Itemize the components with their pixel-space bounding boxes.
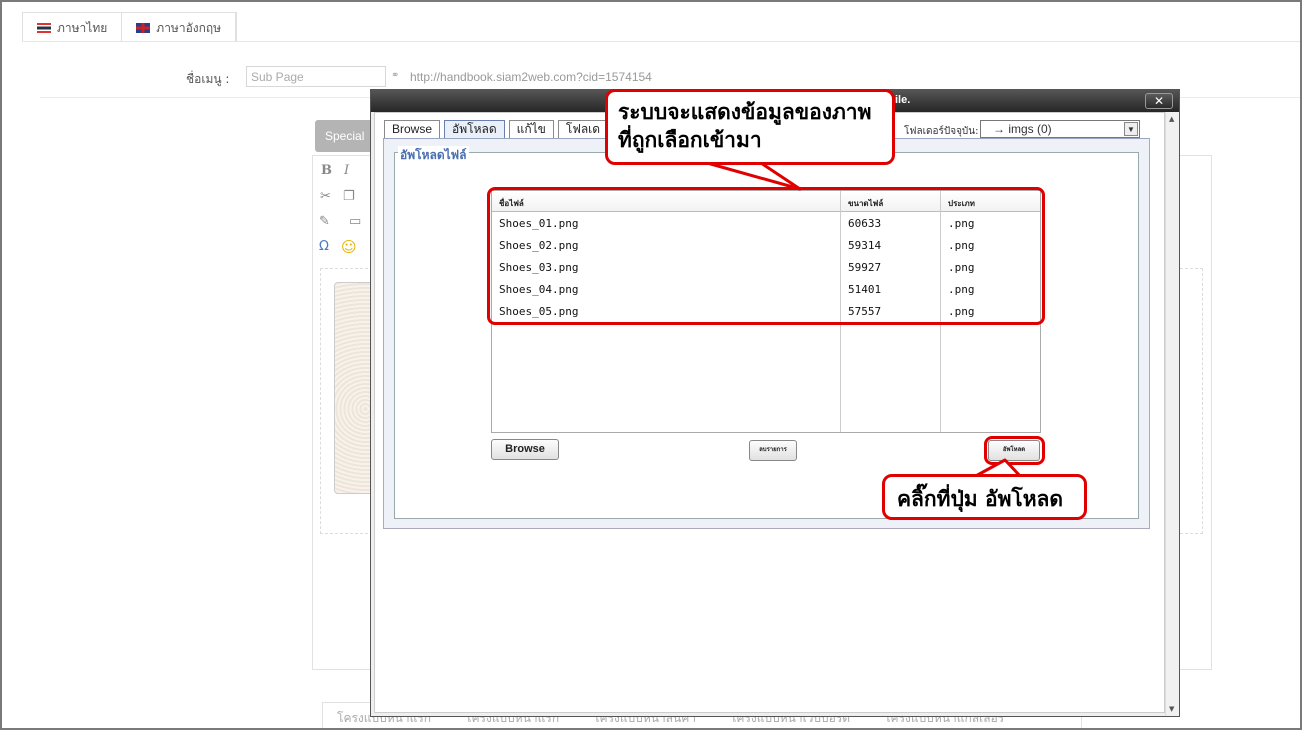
upload-callout: คลิ๊กที่ปุ่ม อัพโหลด	[882, 474, 1087, 520]
upload-callout-text: คลิ๊กที่ปุ่ม อัพโหลด	[897, 487, 1064, 511]
top-callout-pointer	[698, 159, 802, 191]
info-callout-line2: ที่ถูกเลือกเข้ามา	[618, 128, 762, 152]
info-callout-line1: ระบบจะแสดงข้อมูลของภาพ	[618, 100, 872, 124]
info-callout: ระบบจะแสดงข้อมูลของภาพ ที่ถูกเลือกเข้ามา	[605, 89, 895, 165]
